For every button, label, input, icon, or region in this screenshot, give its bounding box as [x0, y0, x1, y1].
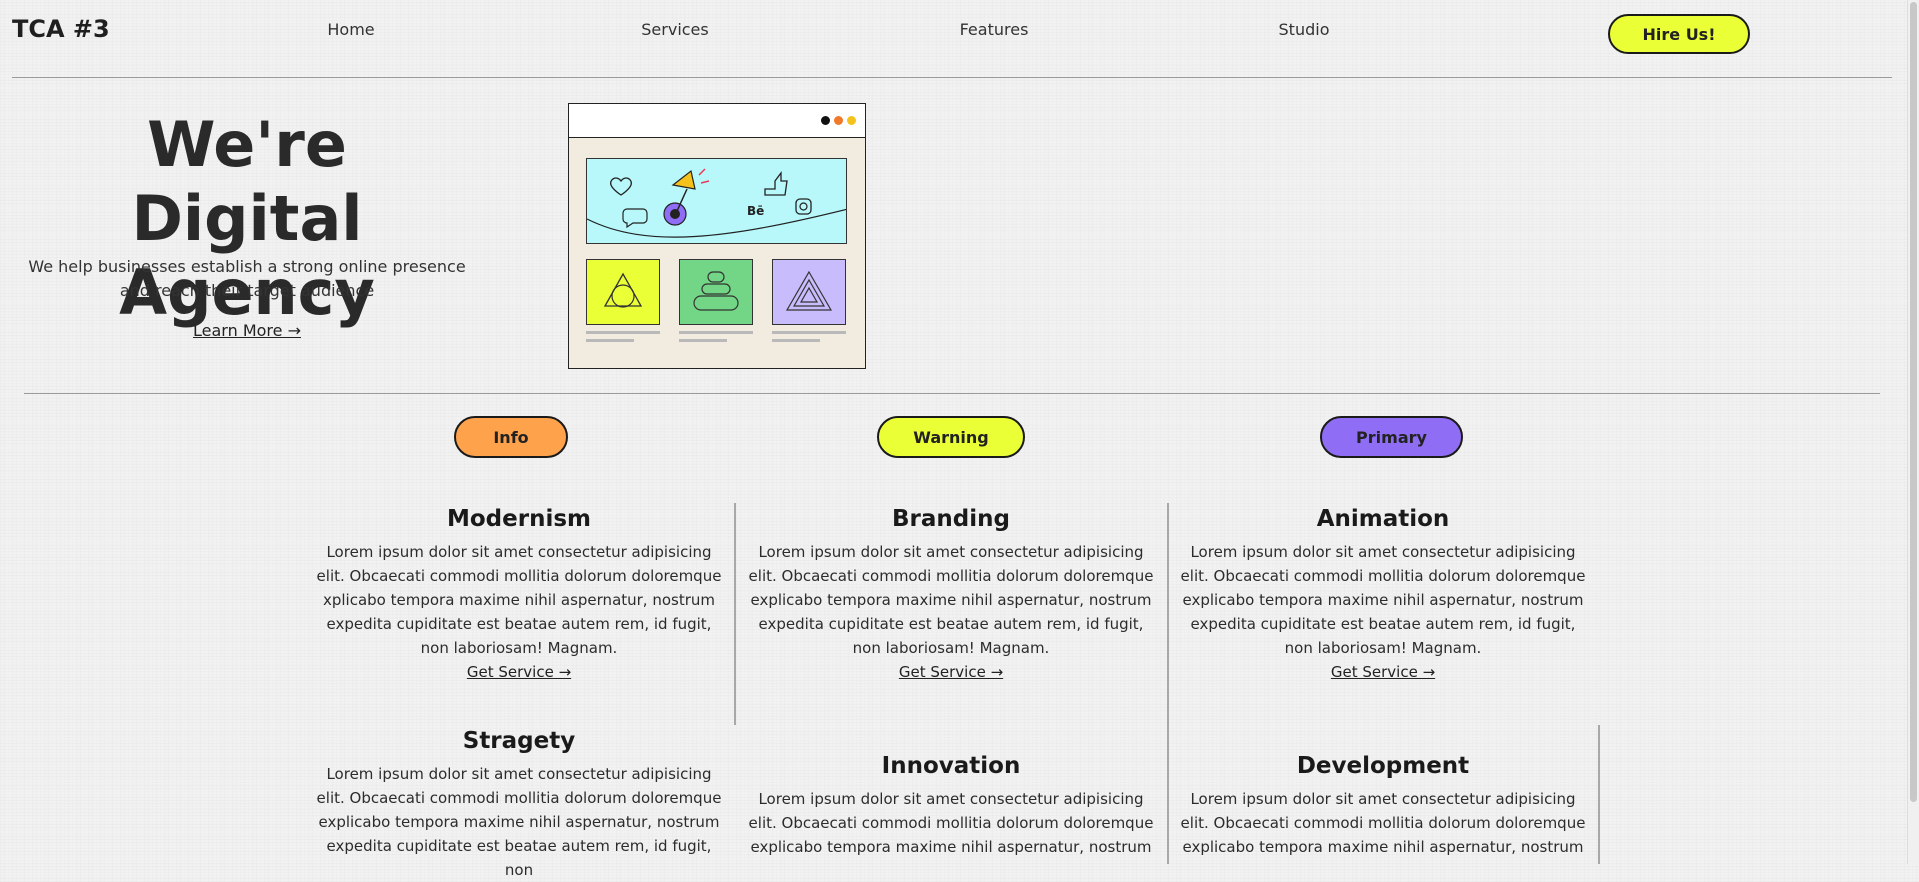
chat-icon: [622, 208, 648, 229]
scrollbar-thumb[interactable]: [1910, 2, 1917, 802]
service-card-branding: Branding Lorem ipsum dolor sit amet cons…: [746, 504, 1156, 684]
page-scrollbar[interactable]: [1907, 0, 1919, 864]
nav-home[interactable]: Home: [327, 20, 374, 39]
hero-subtitle: We help businesses establish a strong on…: [28, 257, 466, 300]
service-description: Lorem ipsum dolor sit amet consectetur a…: [316, 765, 722, 879]
get-service-link[interactable]: Get Service →: [1331, 660, 1435, 684]
learn-more-link[interactable]: Learn More →: [193, 321, 301, 340]
info-button[interactable]: Info: [454, 416, 568, 458]
tile-stack: [679, 259, 753, 325]
placeholder-line: [679, 331, 753, 334]
browser-dot-icon: [834, 116, 843, 125]
service-card-innovation: Innovation Lorem ipsum dolor sit amet co…: [746, 751, 1156, 859]
service-title: Branding: [892, 506, 1010, 532]
column-divider: [1598, 725, 1600, 864]
service-card-development: Development Lorem ipsum dolor sit amet c…: [1178, 751, 1588, 859]
megaphone-icon: [663, 168, 710, 226]
browser-dot-icon: [821, 116, 830, 125]
nav-services[interactable]: Services: [641, 20, 708, 39]
placeholder-line: [772, 339, 820, 342]
warning-button[interactable]: Warning: [877, 416, 1025, 458]
learn-more-wrap: Learn More →: [28, 321, 466, 340]
placeholder-line: [586, 339, 634, 342]
service-description: Lorem ipsum dolor sit amet consectetur a…: [1180, 543, 1586, 657]
placeholder-line: [679, 339, 727, 342]
instagram-icon: [795, 198, 812, 215]
hero-title-line1: We're Digital: [131, 108, 363, 255]
nav-studio[interactable]: Studio: [1279, 20, 1330, 39]
tile-nested-triangle: [772, 259, 846, 325]
stack-icon: [693, 271, 739, 311]
header-divider: [12, 77, 1892, 78]
illustration-banner: Bē: [586, 158, 847, 244]
browser-bar: [569, 104, 865, 138]
heart-icon: [610, 177, 632, 196]
behance-icon: Bē: [747, 204, 764, 218]
service-description: Lorem ipsum dolor sit amet consectetur a…: [1180, 790, 1586, 856]
service-description: Lorem ipsum dolor sit amet consectetur a…: [316, 543, 722, 657]
hero-illustration: Bē: [568, 103, 866, 369]
service-title: Modernism: [446, 506, 591, 532]
primary-button[interactable]: Primary: [1320, 416, 1463, 458]
column-divider: [1167, 503, 1169, 864]
brand-logo[interactable]: TCA #3: [12, 15, 110, 43]
service-card-modernism: Modernism Lorem ipsum dolor sit amet con…: [314, 504, 724, 684]
nested-triangle-icon: [785, 270, 833, 311]
service-title: Stragety: [462, 728, 576, 754]
section-divider: [24, 393, 1880, 394]
service-title: Innovation: [881, 753, 1021, 779]
service-title: Animation: [1316, 506, 1450, 532]
placeholder-line: [772, 331, 846, 334]
thumbs-up-icon: [764, 171, 788, 196]
tile-triangle: [586, 259, 660, 325]
browser-dot-icon: [847, 116, 856, 125]
get-service-link[interactable]: Get Service →: [467, 660, 571, 684]
service-card-stragety: Stragety Lorem ipsum dolor sit amet cons…: [314, 726, 724, 882]
hire-us-button[interactable]: Hire Us!: [1608, 14, 1750, 54]
service-description: Lorem ipsum dolor sit amet consectetur a…: [748, 790, 1154, 856]
service-card-animation: Animation Lorem ipsum dolor sit amet con…: [1178, 504, 1588, 684]
placeholder-line: [586, 331, 660, 334]
triangle-icon: [603, 272, 643, 308]
service-title: Development: [1296, 753, 1470, 779]
column-divider: [734, 503, 736, 725]
service-description: Lorem ipsum dolor sit amet consectetur a…: [748, 543, 1154, 657]
nav-features[interactable]: Features: [960, 20, 1029, 39]
get-service-link[interactable]: Get Service →: [899, 660, 1003, 684]
